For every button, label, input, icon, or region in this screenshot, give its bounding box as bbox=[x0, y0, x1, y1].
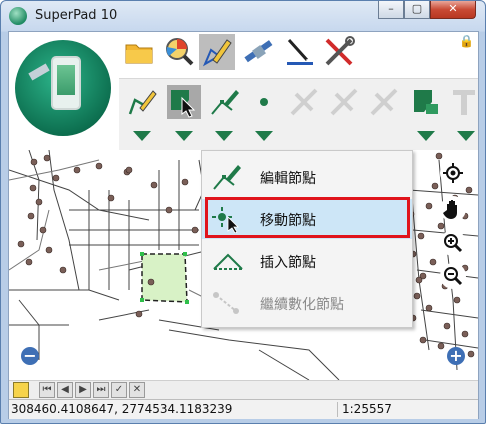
next-icon: ▶ bbox=[79, 384, 87, 395]
locate-button[interactable] bbox=[440, 160, 466, 186]
record-navigation-bar: ⏮ ◀ ▶ ⏭ ✓ ✕ bbox=[9, 380, 478, 399]
edit-vertex-icon bbox=[211, 90, 239, 115]
first-icon: ⏮ bbox=[42, 384, 52, 395]
main-toolbar: 🔒 bbox=[9, 32, 478, 151]
phone-icon bbox=[51, 56, 81, 110]
point-icon bbox=[260, 98, 268, 106]
superpad-logo bbox=[15, 40, 111, 136]
gps-icon bbox=[244, 40, 273, 63]
confirm-button[interactable]: ✓ bbox=[111, 382, 127, 398]
disabled-tool-icon bbox=[330, 88, 358, 116]
menu-item-label: 編輯節點 bbox=[260, 171, 316, 187]
disabled-tool-icon bbox=[370, 88, 398, 116]
close-button[interactable]: ✕ bbox=[430, 1, 476, 19]
menu-item-edit-vertex[interactable]: 編輯節點 bbox=[202, 157, 412, 197]
client-area: 🔒 − + 編輯節點 移動節點 插入節點 繼續數化節點 ⏮ ◀ ▶ ⏭ ✓ ✕ … bbox=[8, 31, 479, 419]
menu-item-label: 插入節點 bbox=[260, 255, 316, 271]
map-scale: 1:25557 bbox=[337, 402, 392, 417]
pan-button[interactable] bbox=[440, 196, 466, 222]
folder-icon bbox=[125, 44, 153, 64]
insert-vertex-icon bbox=[213, 253, 243, 270]
tab-tools[interactable] bbox=[321, 34, 357, 70]
last-icon: ⏭ bbox=[96, 384, 106, 395]
pan-hand-icon bbox=[443, 200, 457, 219]
title-bar: SuperPad 10 – ▢ ✕ bbox=[1, 1, 485, 31]
zoom-in-button[interactable]: + bbox=[447, 347, 465, 365]
tab-edit[interactable] bbox=[199, 34, 235, 70]
minimize-button[interactable]: – bbox=[378, 1, 404, 19]
tool-disabled-2[interactable] bbox=[327, 85, 361, 119]
zoom-out-icon bbox=[444, 267, 463, 286]
tool-dropdown-arrow[interactable] bbox=[215, 131, 233, 141]
query-icon bbox=[166, 38, 194, 66]
edit-vertex-icon bbox=[213, 165, 241, 190]
window-title: SuperPad 10 bbox=[35, 8, 118, 23]
tool-polygon-edit[interactable] bbox=[409, 85, 443, 119]
highlight-callout bbox=[205, 197, 410, 238]
tab-gps[interactable] bbox=[241, 34, 277, 70]
menu-item-insert-vertex[interactable]: 插入節點 bbox=[202, 241, 412, 281]
zoom-out-tool-button[interactable] bbox=[440, 263, 466, 289]
tool-dropdown-arrow[interactable] bbox=[175, 131, 193, 141]
first-record-button[interactable]: ⏮ bbox=[39, 382, 55, 398]
edit-toolbar bbox=[119, 78, 478, 151]
lock-icon[interactable]: 🔒 bbox=[459, 34, 474, 48]
app-icon bbox=[9, 7, 27, 25]
tab-query[interactable] bbox=[161, 34, 197, 70]
tool-text[interactable] bbox=[447, 85, 481, 119]
coordinate-readout: 308460.4108647, 2774534.1183239 bbox=[11, 402, 233, 416]
move-vertex-icon bbox=[171, 90, 196, 118]
last-record-button[interactable]: ⏭ bbox=[93, 382, 109, 398]
edit-icon bbox=[202, 39, 232, 67]
status-bar: 308460.4108647, 2774534.1183239 1:25557 bbox=[9, 399, 478, 419]
menu-item-label: 繼續數化節點 bbox=[260, 297, 344, 313]
measure-icon bbox=[287, 38, 313, 65]
zoom-out-button[interactable]: − bbox=[21, 347, 39, 365]
text-icon bbox=[453, 90, 475, 115]
restore-button[interactable]: ▢ bbox=[404, 1, 430, 19]
prev-record-button[interactable]: ◀ bbox=[57, 382, 73, 398]
tool-move-vertex[interactable] bbox=[167, 85, 201, 119]
menu-item-continue-digitize[interactable]: 繼續數化節點 bbox=[202, 283, 412, 323]
draw-line-icon bbox=[128, 90, 157, 115]
app-window: SuperPad 10 – ▢ ✕ 🔒 − + 編輯節點 移動節點 插入節點 繼… bbox=[0, 0, 486, 424]
tool-draw-line[interactable] bbox=[125, 85, 159, 119]
satellite-icon bbox=[28, 63, 50, 81]
tool-dropdown-arrow[interactable] bbox=[417, 131, 435, 141]
delete-button[interactable]: ✕ bbox=[129, 382, 145, 398]
cross-icon: ✕ bbox=[132, 384, 142, 395]
disabled-tool-icon bbox=[290, 88, 318, 116]
layer-button[interactable] bbox=[13, 382, 29, 398]
next-record-button[interactable]: ▶ bbox=[75, 382, 91, 398]
tab-file[interactable] bbox=[121, 34, 157, 70]
zoom-in-tool-button[interactable] bbox=[440, 230, 466, 256]
prev-icon: ◀ bbox=[61, 384, 69, 395]
tool-disabled-1[interactable] bbox=[287, 85, 321, 119]
tab-measure[interactable] bbox=[281, 34, 317, 70]
tools-icon bbox=[325, 36, 355, 66]
tool-dropdown-arrow[interactable] bbox=[133, 131, 151, 141]
locate-icon bbox=[443, 163, 463, 183]
continue-digitize-icon bbox=[213, 292, 239, 314]
tool-edit-vertex[interactable] bbox=[207, 85, 241, 119]
check-icon: ✓ bbox=[114, 384, 124, 395]
zoom-in-icon bbox=[444, 234, 463, 253]
tool-point[interactable] bbox=[247, 85, 281, 119]
polygon-edit-icon bbox=[414, 90, 438, 114]
tool-dropdown-arrow[interactable] bbox=[255, 131, 273, 141]
vertex-dropdown-menu: 編輯節點 移動節點 插入節點 繼續數化節點 bbox=[201, 150, 413, 328]
tool-disabled-3[interactable] bbox=[367, 85, 401, 119]
tool-dropdown-arrow[interactable] bbox=[457, 131, 475, 141]
